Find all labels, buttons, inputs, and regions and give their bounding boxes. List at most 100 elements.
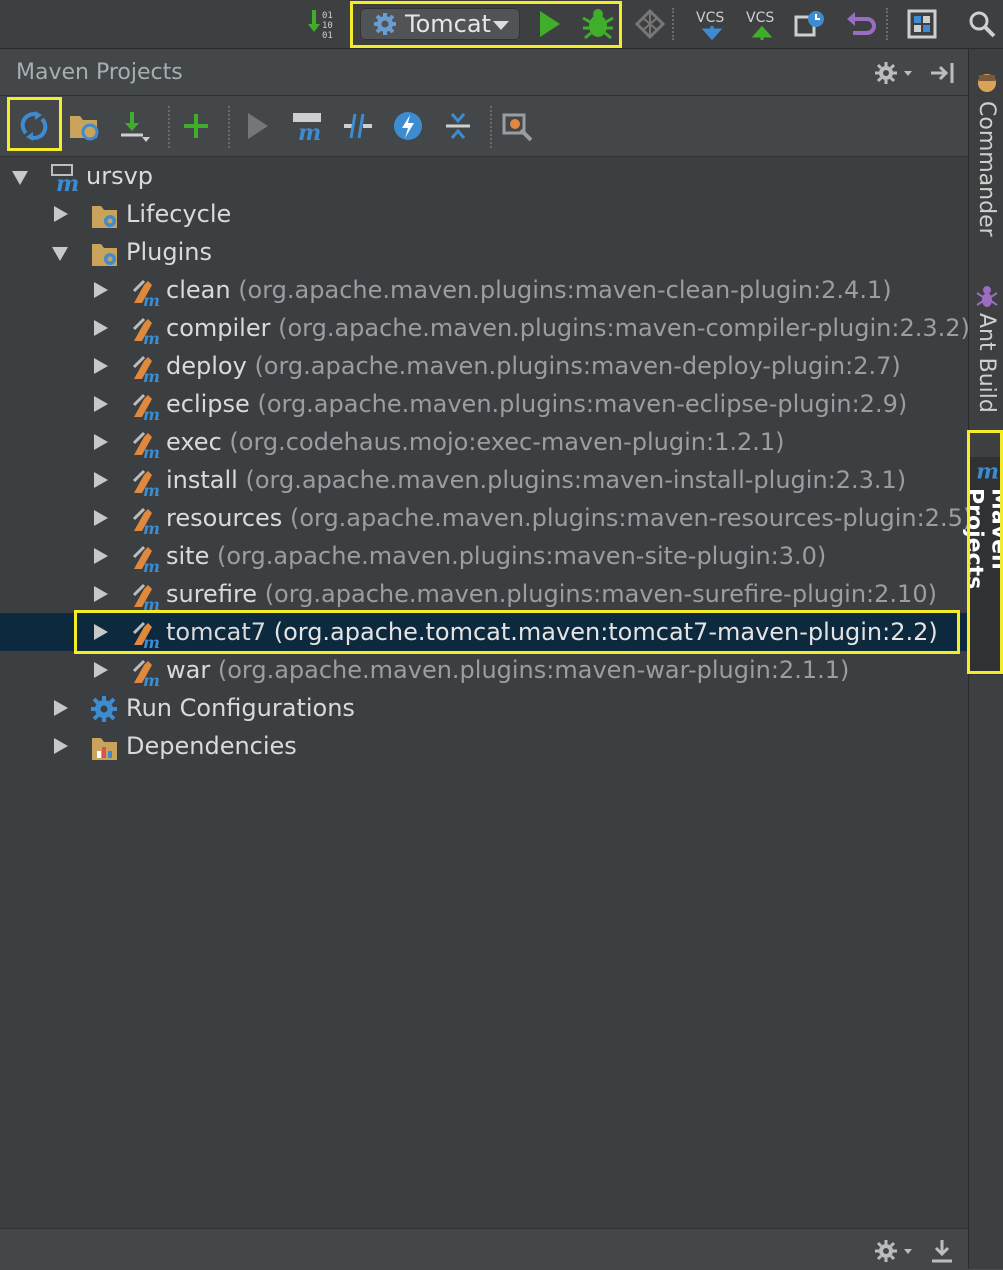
plugin-coordinates: (org.apache.maven.plugins:maven-resource… [290,504,972,532]
make-project-icon[interactable]: 01 10 01 [306,6,342,42]
reimport-highlight [7,97,62,151]
commander-icon [974,71,1000,97]
gear-icon [872,1237,916,1265]
tree-plugin-war[interactable]: mwar (org.apache.maven.plugins:maven-war… [0,651,968,689]
history-icon [794,9,826,39]
tree-node-run-configurations[interactable]: Run Configurations [0,689,968,727]
collapsed-arrow-icon[interactable] [94,586,108,602]
plugin-icon: m [130,505,158,533]
tree-plugin-exec[interactable]: mexec (org.codehaus.mojo:exec-maven-plug… [0,423,968,461]
ant-build-tab-label: Ant Build [974,313,999,413]
maven-settings-button[interactable] [498,106,538,146]
plugin-icon: m [130,315,158,343]
ant-build-tab[interactable]: Ant Build [969,283,1003,413]
plugin-coordinates: (org.apache.maven.plugins:maven-surefire… [265,580,937,608]
wrench-settings-icon [501,110,535,142]
tree-plugin-install[interactable]: minstall (org.apache.maven.plugins:maven… [0,461,968,499]
toolbar-separator [228,106,230,148]
svg-text:m: m [143,329,160,345]
tree-node-dependencies[interactable]: Dependencies [0,727,968,765]
plugin-coordinates: (org.codehaus.mojo:exec-maven-plugin:1.2… [229,428,784,456]
tree-node-label: war [166,656,210,684]
run-goal-button[interactable] [238,106,278,146]
collapsed-arrow-icon[interactable] [94,472,108,488]
revert-button[interactable] [843,6,879,42]
plugin-icon: m [130,391,158,419]
maven-tree: mursvpLifecycle Plugins mclean (org.apache… [0,157,968,1227]
tree-plugin-surefire[interactable]: msurefire (org.apache.maven.plugins:mave… [0,575,968,613]
plugin-coordinates: (org.apache.maven.plugins:maven-site-plu… [217,542,826,570]
add-project-button[interactable] [176,106,216,146]
tree-node-label: Dependencies [126,732,297,760]
hide-panel-icon [928,59,958,87]
search-button[interactable] [964,6,1000,42]
plugin-icon: m [130,581,158,609]
tree-node-label: Run Configurations [126,694,355,722]
collapsed-arrow-icon[interactable] [94,662,108,678]
plus-icon [181,111,211,141]
project-structure-button[interactable] [904,6,940,42]
collapse-all-button[interactable] [438,106,478,146]
svg-text:m: m [143,519,160,535]
maven-goal-icon: m [290,110,326,142]
download-sources-button[interactable] [114,106,154,146]
generate-sources-button[interactable] [64,106,104,146]
toggle-offline-button[interactable] [338,106,378,146]
toolbar-separator [672,8,674,40]
play-icon [244,111,272,141]
tree-root-ursvp[interactable]: mursvp [0,157,968,195]
collapsed-arrow-icon[interactable] [94,320,108,336]
binary-line-2: 10 [322,21,333,31]
collapsed-arrow-icon[interactable] [94,396,108,412]
collapsed-arrow-icon[interactable] [94,510,108,526]
toolbar-separator [886,8,888,40]
tree-plugin-clean[interactable]: mclean (org.apache.maven.plugins:maven-c… [0,271,968,309]
tree-node-label: Plugins [126,238,212,266]
collapsed-arrow-icon[interactable] [94,282,108,298]
panel-settings-button[interactable] [872,59,916,87]
vcs-history-button[interactable] [792,6,828,42]
collapsed-arrow-icon[interactable] [94,358,108,374]
tree-node-lifecycle[interactable]: Lifecycle [0,195,968,233]
plugin-icon: m [130,543,158,571]
tree-node-label: eclipse [166,390,250,418]
binary-line-3: 01 [322,31,333,41]
collapsed-arrow-icon[interactable] [94,548,108,564]
svg-text:m: m [298,120,321,142]
tree-plugin-eclipse[interactable]: meclipse (org.apache.maven.plugins:maven… [0,385,968,423]
collapsed-arrow-icon[interactable] [54,738,68,754]
minimize-down-icon [928,1237,956,1265]
folder-refresh-icon [67,110,101,142]
tree-node-label: deploy [166,352,247,380]
tree-node-label: exec [166,428,222,456]
commander-tab[interactable]: Commander [969,71,1003,237]
plugin-coordinates: (org.apache.maven.plugins:maven-compiler… [278,314,970,342]
tree-node-plugins[interactable]: Plugins [0,233,968,271]
expanded-arrow-icon[interactable] [52,247,68,261]
bottom-settings-button[interactable] [872,1237,916,1265]
vcs-update-button[interactable]: VCS [692,6,732,42]
execute-goal-button[interactable]: m [288,106,328,146]
svg-text:m: m [143,595,160,611]
collapsed-arrow-icon[interactable] [54,206,68,222]
collapsed-arrow-icon[interactable] [54,700,68,716]
tree-plugin-compiler[interactable]: mcompiler (org.apache.maven.plugins:mave… [0,309,968,347]
coverage-button[interactable] [632,6,668,42]
bottom-hide-button[interactable] [928,1237,956,1265]
tree-plugin-deploy[interactable]: mdeploy (org.apache.maven.plugins:maven-… [0,347,968,385]
hide-panel-button[interactable] [928,59,958,87]
svg-text:m: m [143,405,160,421]
download-icon [116,109,152,143]
plugin-icon: m [130,277,158,305]
panel-header: Maven Projects [0,49,968,96]
vcs-commit-button[interactable]: VCS [742,6,782,42]
plugin-icon: m [130,467,158,495]
toolbar-separator [490,106,492,148]
tree-plugin-site[interactable]: msite (org.apache.maven.plugins:maven-si… [0,537,968,575]
svg-text:m: m [143,291,160,307]
gear-icon [90,695,118,723]
tree-plugin-resources[interactable]: mresources (org.apache.maven.plugins:mav… [0,499,968,537]
collapsed-arrow-icon[interactable] [94,434,108,450]
expanded-arrow-icon[interactable] [12,171,28,185]
skip-tests-button[interactable] [388,106,428,146]
